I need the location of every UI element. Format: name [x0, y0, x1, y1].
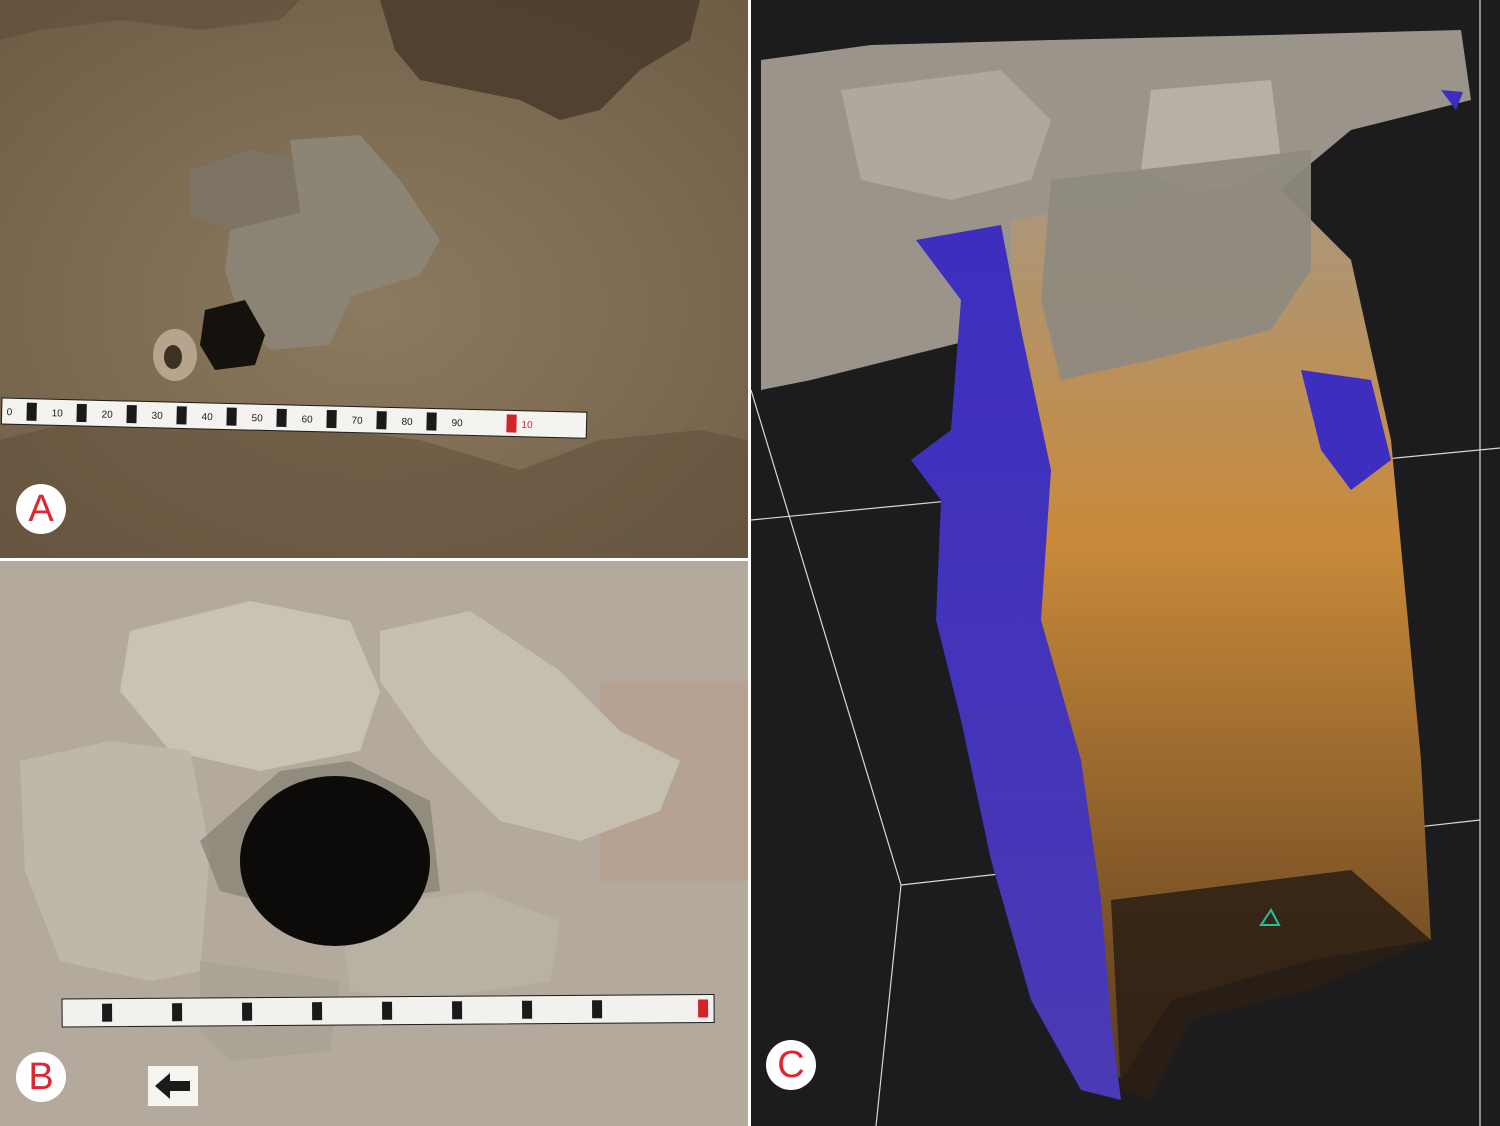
staff-number: 10 — [51, 408, 63, 419]
staff-number: 50 — [251, 413, 263, 424]
panel-label-b: B — [16, 1052, 66, 1102]
staff-number: 60 — [301, 414, 313, 425]
staff-number: 80 — [401, 417, 413, 428]
staff-number: 20 — [101, 409, 113, 420]
shaft-opening — [240, 776, 430, 946]
photo-panel-a: 0 10 20 30 40 50 60 70 80 90 10 — [0, 0, 748, 558]
shaft-3d-model — [751, 0, 1500, 1126]
staff-number: 30 — [151, 411, 163, 422]
panel-label-a: A — [16, 484, 66, 534]
excavation-photo-a: 0 10 20 30 40 50 60 70 80 90 10 — [0, 0, 748, 558]
excavation-photo-b — [0, 561, 748, 1126]
photo-panel-b — [0, 561, 748, 1126]
staff-number: 40 — [201, 412, 213, 423]
north-arrow-card — [148, 1066, 198, 1106]
staff-number: 0 — [7, 407, 13, 418]
staff-number: 90 — [451, 418, 463, 429]
model-panel-c — [751, 0, 1500, 1126]
staff-number: 70 — [351, 416, 363, 427]
panel-label-c: C — [766, 1040, 816, 1090]
measuring-staff — [61, 993, 715, 1028]
staff-number: 10 — [521, 420, 533, 431]
